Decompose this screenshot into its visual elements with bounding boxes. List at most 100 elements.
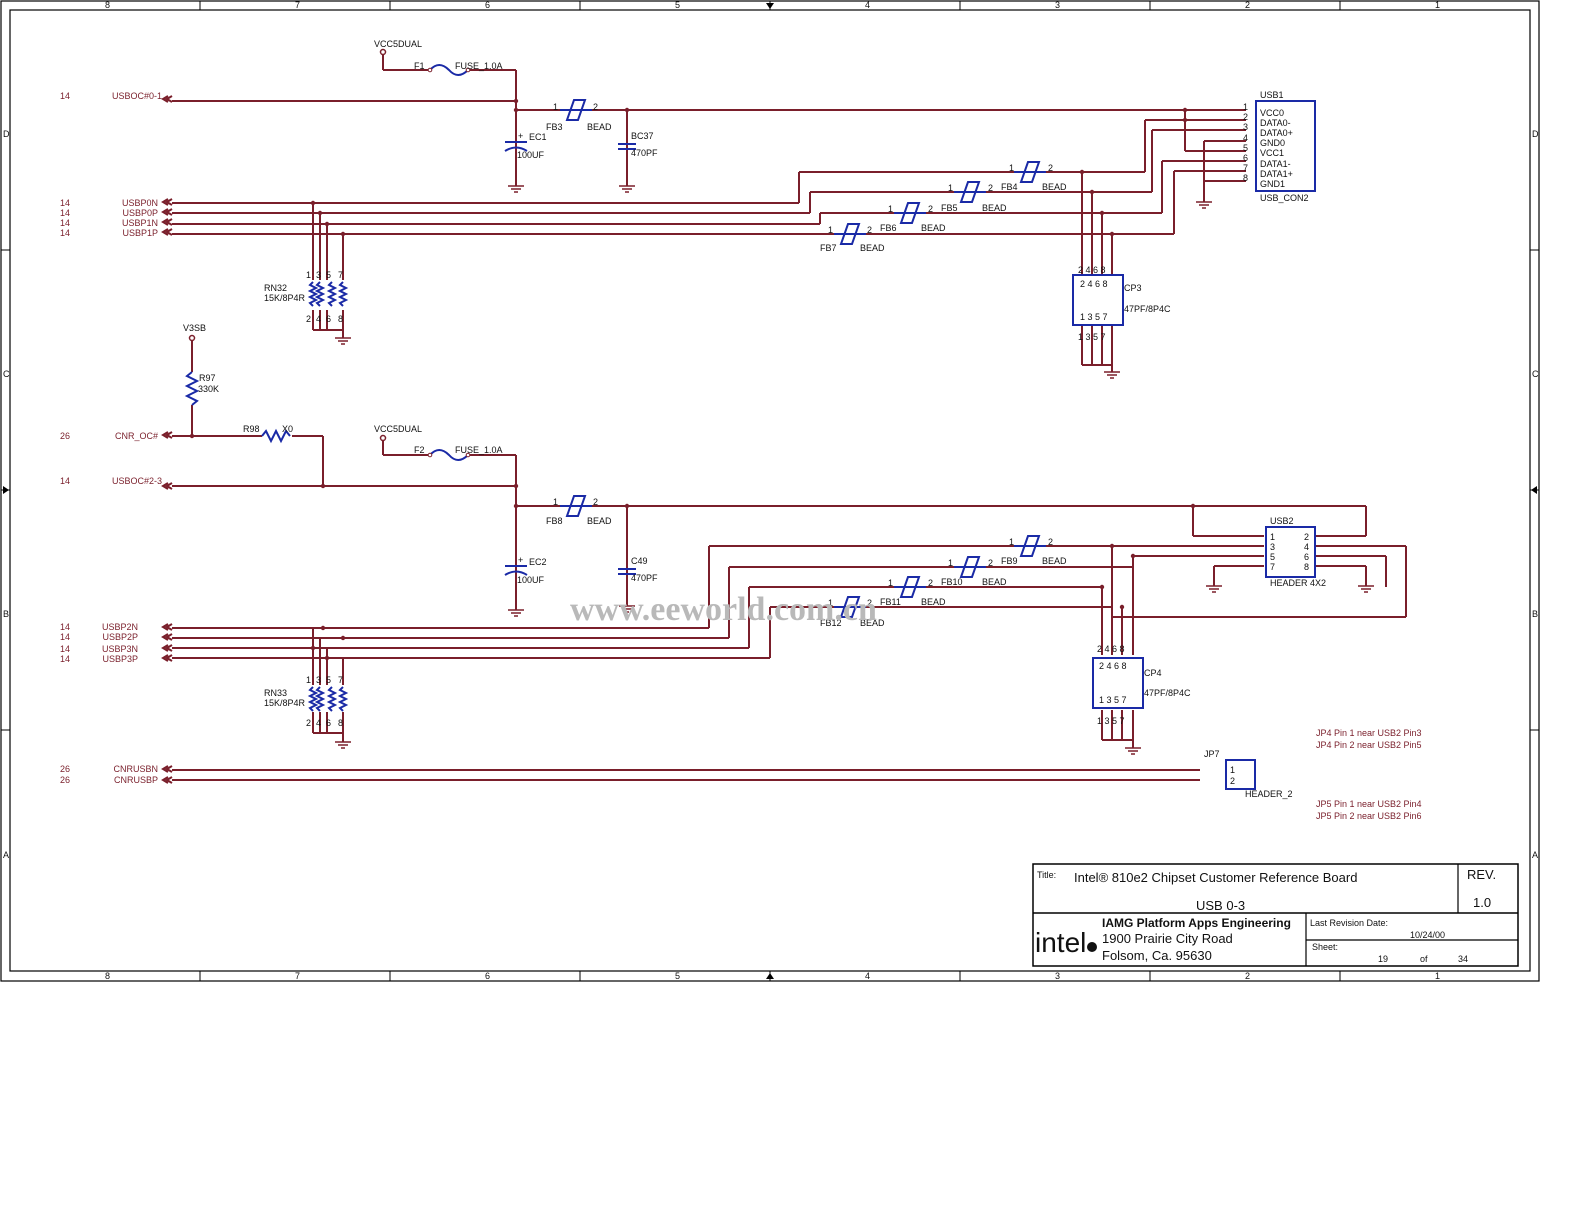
- net-usbp3n: 14 USBP3N: [60, 644, 138, 654]
- svg-text:1: 1: [553, 497, 558, 507]
- row-label-right: B: [1532, 609, 1538, 619]
- bead-value: BEAD: [1042, 556, 1067, 566]
- resistor-value: 330K: [198, 384, 219, 394]
- ground-icon: [619, 185, 635, 193]
- bead-value: BEAD: [982, 577, 1007, 587]
- net-name: CNRUSBP: [114, 775, 158, 785]
- net-name: CNR_OC#: [115, 431, 158, 441]
- pin-name: DATA1+: [1260, 169, 1293, 179]
- note-line: JP4 Pin 2 near USB2 Pin5: [1316, 740, 1422, 750]
- net-page-ref: 14: [60, 654, 70, 664]
- svg-text:2: 2: [593, 497, 598, 507]
- svg-text:1: 1: [553, 102, 558, 112]
- net-usbp1n: 14 USBP1N: [60, 218, 158, 228]
- capacitor-pack-cp4: 2 4 6 8 2 4 6 8 1 3 5 7 1 3 5 7 CP4 47PF…: [1092, 644, 1191, 726]
- bead-fb4: 1 2 FB4 BEAD: [1001, 161, 1067, 192]
- net-usbp0p: 14 USBP0P: [60, 208, 158, 218]
- schematic-sheet: 8 7 6 5 4 3 2 1 8 7 6 5 4 3 2 1 D C B A …: [0, 0, 1540, 982]
- col-label-bottom: 4: [865, 971, 870, 981]
- bead-ref: FB11: [880, 597, 901, 607]
- svg-text:2: 2: [1304, 532, 1309, 542]
- svg-text:2 4 6 8: 2 4 6 8: [1078, 265, 1106, 275]
- svg-text:1: 1: [1009, 537, 1014, 547]
- ground-icon: [1196, 201, 1212, 209]
- ground-icon: [1104, 371, 1120, 379]
- net-name: USBP2N: [102, 622, 138, 632]
- org-name: IAMG Platform Apps Engineering: [1102, 916, 1291, 930]
- resistor-network-rn33: 13 57 24 68 RN33 15K/8P4R: [264, 675, 349, 728]
- svg-text:6: 6: [326, 314, 331, 324]
- net-usbp2p: 14 USBP2P: [60, 632, 138, 642]
- svg-text:2: 2: [867, 225, 872, 235]
- title-label: Title:: [1037, 870, 1056, 880]
- cp-ref: CP3: [1124, 283, 1142, 293]
- fuse-ref: F1: [414, 61, 425, 71]
- col-label-bottom: 5: [675, 971, 680, 981]
- bead-value: BEAD: [1042, 182, 1067, 192]
- rn-value: 15K/8P4R: [264, 698, 306, 708]
- cap-ref: C49: [631, 556, 648, 566]
- net-page-ref: 14: [60, 208, 70, 218]
- net-page-ref: 26: [60, 764, 70, 774]
- address-line: 1900 Prairie City Road: [1102, 931, 1233, 946]
- svg-text:1: 1: [888, 204, 893, 214]
- svg-text:2: 2: [1048, 163, 1053, 173]
- capacitor-bc37: BC37 470PF: [618, 131, 658, 158]
- svg-text:1: 1: [306, 270, 311, 280]
- revision-date: 10/24/00: [1410, 930, 1445, 940]
- resistor-value: X0: [282, 424, 293, 434]
- power-label: VCC5DUAL: [374, 39, 422, 49]
- net-page-ref: 26: [60, 775, 70, 785]
- bead-fb9: 1 2 FB9 BEAD: [1001, 535, 1067, 566]
- col-label-top: 4: [865, 0, 870, 10]
- fuse-f1: F1 FUSE_1.0A: [414, 61, 503, 76]
- bead-fb7: 1 2 FB7 BEAD: [820, 223, 885, 253]
- of-label: of: [1420, 954, 1428, 964]
- net-cnr-oc: 26 CNR_OC#: [60, 431, 158, 441]
- net-page-ref: 14: [60, 632, 70, 642]
- cap-ref: BC37: [631, 131, 654, 141]
- row-label-left: C: [3, 369, 10, 379]
- svg-text:1 3 5 7: 1 3 5 7: [1080, 312, 1108, 322]
- col-label-top: 3: [1055, 0, 1060, 10]
- row-label-right: D: [1532, 129, 1539, 139]
- cp-ref: CP4: [1144, 668, 1162, 678]
- pin-name: DATA0-: [1260, 118, 1291, 128]
- svg-text:8: 8: [1304, 562, 1309, 572]
- ground-icon: [335, 337, 351, 345]
- net-name: USBP1N: [122, 218, 158, 228]
- svg-text:6: 6: [1304, 552, 1309, 562]
- bead-fb8: 1 2 FB8 BEAD: [546, 495, 612, 526]
- svg-text:2: 2: [306, 718, 311, 728]
- col-label-bottom: 2: [1245, 971, 1250, 981]
- svg-text:1 3 5 7: 1 3 5 7: [1099, 695, 1127, 705]
- power-label: V3SB: [183, 323, 206, 333]
- svg-text:8: 8: [338, 718, 343, 728]
- pin-name: DATA0+: [1260, 128, 1293, 138]
- fuse-ref: F2: [414, 445, 425, 455]
- capacitor-pack-cp3: 2 4 6 8 2 4 6 8 1 3 5 7 1 3 5 7 CP3 47PF…: [1072, 265, 1171, 342]
- svg-text:1 3 5 7: 1 3 5 7: [1078, 332, 1106, 342]
- intel-logo-dot: [1087, 942, 1097, 952]
- net-name: USBP3P: [102, 654, 138, 664]
- cap-ref: EC1: [529, 132, 547, 142]
- sheet-frame: [0, 0, 1540, 982]
- net-page-ref: 14: [60, 622, 70, 632]
- usb1-ref: USB1: [1260, 90, 1284, 100]
- ground-icon: [508, 185, 524, 193]
- bead-fb10: 1 2 FB10 BEAD: [941, 556, 1007, 587]
- rev-label: REV.: [1467, 867, 1496, 882]
- svg-text:1: 1: [1270, 532, 1275, 542]
- col-label-bottom: 3: [1055, 971, 1060, 981]
- bead-fb3: 1 2 FB3 BEAD: [546, 99, 612, 132]
- bead-ref: FB8: [546, 516, 563, 526]
- svg-text:6: 6: [326, 718, 331, 728]
- power-v3sb: V3SB: [183, 323, 206, 342]
- polarity-plus-icon: +: [518, 131, 523, 141]
- col-label-top: 1: [1435, 0, 1440, 10]
- watermark-text: www.eeworld.com.cn: [570, 591, 877, 628]
- pin-name: GND1: [1260, 179, 1285, 189]
- bead-fb6: 1 2 FB6 BEAD: [880, 202, 946, 233]
- capacitor-ec1: + EC1 100UF: [504, 131, 547, 160]
- svg-text:2 4 6 8: 2 4 6 8: [1080, 279, 1108, 289]
